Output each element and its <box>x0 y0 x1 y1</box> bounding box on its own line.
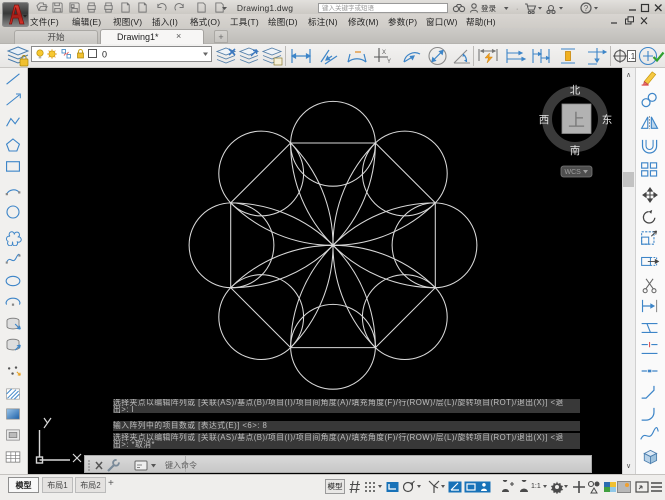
svg-text:东: 东 <box>602 113 613 126</box>
svg-text:?: ? <box>584 4 589 13</box>
svg-text:WCS: WCS <box>565 169 582 176</box>
svg-text:X: X <box>382 50 386 56</box>
svg-text:.1: .1 <box>629 52 636 61</box>
svg-text:Y: Y <box>387 59 391 65</box>
svg-text:北: 北 <box>570 85 581 97</box>
svg-text:·: · <box>516 6 518 13</box>
svg-text:西: 西 <box>539 114 550 126</box>
svg-text:南: 南 <box>570 144 581 157</box>
svg-text:登录: 登录 <box>481 3 496 13</box>
svg-text:0: 0 <box>102 50 107 60</box>
svg-text:上: 上 <box>568 111 585 130</box>
